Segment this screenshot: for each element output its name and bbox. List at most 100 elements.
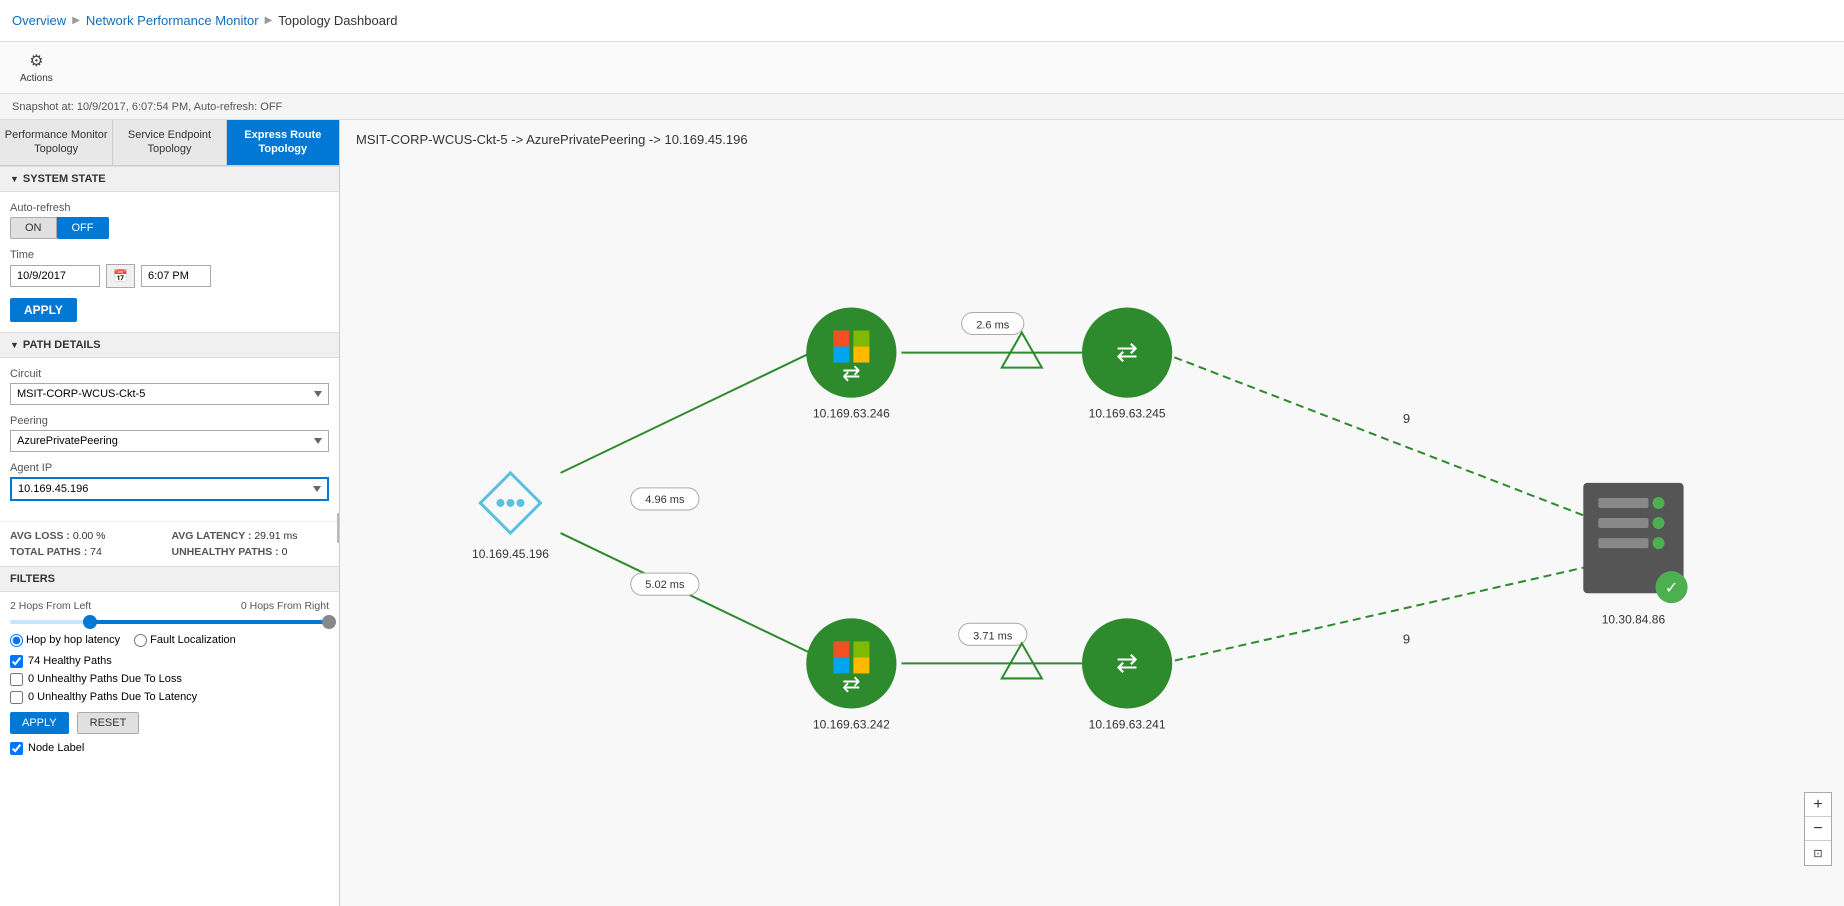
circuit-field: Circuit MSIT-CORP-WCUS-Ckt-5: [10, 368, 329, 405]
checkbox-loss-paths-label: 0 Unhealthy Paths Due To Loss: [28, 673, 182, 685]
auto-refresh-field: Auto-refresh ON OFF: [10, 202, 329, 239]
radio-hop-latency[interactable]: Hop by hop latency: [10, 634, 120, 647]
agent-label: 10.169.45.196: [472, 547, 549, 561]
snapshot-bar: Snapshot at: 10/9/2017, 6:07:54 PM, Auto…: [0, 94, 1844, 120]
actions-label: Actions: [20, 73, 53, 84]
hops-slider[interactable]: [10, 620, 329, 624]
node-n4[interactable]: ⇄: [1082, 618, 1172, 708]
auto-refresh-toggle: ON OFF: [10, 217, 329, 239]
breadcrumb-sep-1: ▶: [72, 15, 80, 26]
hops-left-label: 2 Hops From Left: [10, 600, 91, 612]
time-input[interactable]: [141, 265, 211, 287]
agent-node[interactable]: [480, 473, 540, 533]
sidebar: ◀ Performance MonitorTopology Service En…: [0, 120, 340, 906]
triangle-lower: [1002, 643, 1042, 678]
zoom-out-button[interactable]: −: [1805, 817, 1831, 841]
n3-icon: ⇄: [842, 671, 860, 696]
tab-performance-monitor[interactable]: Performance MonitorTopology: [0, 120, 113, 165]
zoom-fit-button[interactable]: ⊡: [1805, 841, 1831, 865]
port-1: [1598, 498, 1648, 508]
time-field: Time 📅: [10, 249, 329, 288]
node-n1[interactable]: ⇄: [806, 307, 896, 397]
radio-fault-localization[interactable]: Fault Localization: [134, 634, 236, 647]
time-input-row: 📅: [10, 264, 329, 288]
radio-hop-latency-input[interactable]: [10, 634, 23, 647]
checkbox-loss-paths-input[interactable]: [10, 673, 23, 686]
filters-header[interactable]: FILTERS: [0, 566, 339, 592]
path-details-arrow: ▼: [10, 340, 19, 350]
port-2: [1598, 518, 1648, 528]
total-paths-value: 74: [90, 546, 102, 558]
unhealthy-paths-label: UNHEALTHY PATHS :: [172, 546, 279, 558]
peering-select[interactable]: AzurePrivatePeering: [10, 430, 329, 452]
system-state-arrow: ▼: [10, 174, 19, 184]
circuit-select[interactable]: MSIT-CORP-WCUS-Ckt-5: [10, 383, 329, 405]
checkbox-latency-paths-input[interactable]: [10, 691, 23, 704]
avg-loss-label: AVG LOSS :: [10, 530, 70, 542]
actions-icon: ⚙: [29, 51, 43, 71]
main-layout: ◀ Performance MonitorTopology Service En…: [0, 120, 1844, 906]
agent-ip-select[interactable]: 10.169.45.196: [10, 477, 329, 501]
breadcrumb: Overview ▶ Network Performance Monitor ▶…: [12, 13, 398, 28]
ms3-flag-green: [853, 641, 869, 657]
avg-loss-stat: AVG LOSS : 0.00 %: [10, 530, 168, 542]
link-n2-dest: [1162, 353, 1603, 523]
radio-group: Hop by hop latency Fault Localization: [10, 634, 329, 647]
n4-icon: ⇄: [1116, 647, 1138, 677]
node-label-checkbox[interactable]: [10, 742, 23, 755]
checkbox-healthy-paths-input[interactable]: [10, 655, 23, 668]
toolbar: ⚙ Actions: [0, 42, 1844, 94]
toggle-off-button[interactable]: OFF: [57, 217, 109, 239]
port-3: [1598, 538, 1648, 548]
node-n2[interactable]: ⇄: [1082, 307, 1172, 397]
slider-fill: [90, 620, 329, 624]
zoom-in-button[interactable]: +: [1805, 793, 1831, 817]
link-n4-dest: [1162, 563, 1603, 663]
port-led-1: [1652, 497, 1664, 509]
total-paths-label: TOTAL PATHS :: [10, 546, 87, 558]
snapshot-text: Snapshot at: 10/9/2017, 6:07:54 PM, Auto…: [12, 101, 282, 113]
dest-node[interactable]: ✓: [1583, 483, 1687, 603]
circuit-label: Circuit: [10, 368, 329, 380]
system-state-section: Auto-refresh ON OFF Time 📅 APPLY: [0, 192, 339, 332]
actions-button[interactable]: ⚙ Actions: [12, 47, 61, 88]
calendar-icon[interactable]: 📅: [106, 264, 135, 288]
breadcrumb-npm[interactable]: Network Performance Monitor: [86, 13, 259, 28]
n2-icon: ⇄: [1116, 337, 1138, 367]
date-input[interactable]: [10, 265, 100, 287]
checkbox-latency-paths[interactable]: 0 Unhealthy Paths Due To Latency: [10, 691, 329, 704]
ms-flag-red: [833, 331, 849, 347]
filter-apply-button[interactable]: APPLY: [10, 712, 69, 734]
network-diagram: 4.96 ms 5.02 ms 2.6 ms 3.71 ms 9 9: [340, 120, 1844, 906]
filters-section: 2 Hops From Left 0 Hops From Right Hop b…: [0, 592, 339, 763]
system-state-header[interactable]: ▼ SYSTEM STATE: [0, 166, 339, 192]
port-led-2: [1652, 517, 1664, 529]
node-n3[interactable]: ⇄: [806, 618, 896, 708]
latency-text-371: 3.71 ms: [973, 630, 1013, 642]
breadcrumb-overview[interactable]: Overview: [12, 13, 66, 28]
checkbox-healthy-paths[interactable]: 74 Healthy Paths: [10, 655, 329, 668]
avg-latency-stat: AVG LATENCY : 29.91 ms: [172, 530, 330, 542]
checkbox-loss-paths[interactable]: 0 Unhealthy Paths Due To Loss: [10, 673, 329, 686]
canvas: MSIT-CORP-WCUS-Ckt-5 -> AzurePrivatePeer…: [340, 120, 1844, 906]
hops-row: 2 Hops From Left 0 Hops From Right: [10, 600, 329, 612]
hops-right-label: 0 Hops From Right: [241, 600, 329, 612]
tab-express-route[interactable]: Express RouteTopology: [227, 120, 339, 165]
total-paths-stat: TOTAL PATHS : 74: [10, 546, 168, 558]
tab-service-endpoint[interactable]: Service EndpointTopology: [113, 120, 226, 165]
agent-ip-field: Agent IP 10.169.45.196: [10, 462, 329, 501]
radio-fault-localization-input[interactable]: [134, 634, 147, 647]
agent-dot-2: [506, 499, 514, 507]
path-details-header[interactable]: ▼ PATH DETAILS: [0, 332, 339, 358]
slider-thumb-right[interactable]: [322, 615, 336, 629]
radio-hop-latency-label: Hop by hop latency: [26, 634, 120, 646]
apply-time-button[interactable]: APPLY: [10, 298, 77, 322]
link-agent-n1: [561, 353, 812, 473]
agent-dot-3: [516, 499, 524, 507]
slider-thumb-left[interactable]: [83, 615, 97, 629]
toggle-on-button[interactable]: ON: [10, 217, 57, 239]
triangle-upper: [1002, 333, 1042, 368]
filter-reset-button[interactable]: RESET: [77, 712, 140, 734]
ms-flag-green: [853, 331, 869, 347]
peering-label: Peering: [10, 415, 329, 427]
